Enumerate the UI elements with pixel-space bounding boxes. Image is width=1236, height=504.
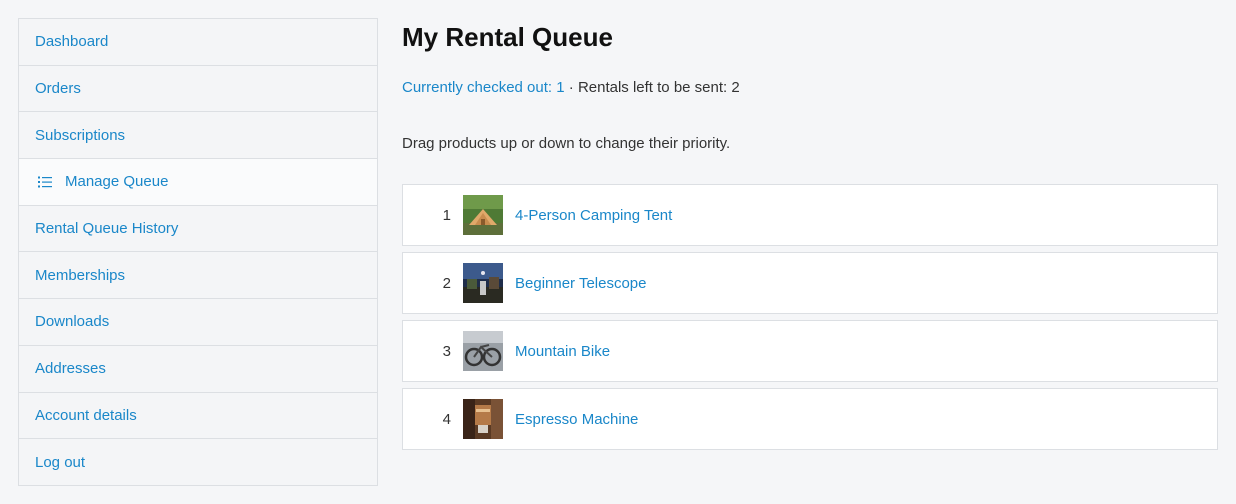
sidebar-item-label: Downloads: [35, 313, 110, 331]
sidebar-item-label: Subscriptions: [35, 126, 126, 144]
sidebar-item-label: Addresses: [35, 360, 106, 378]
sidebar-item-label: Dashboard: [35, 33, 109, 51]
queue-item[interactable]: 2 Beginner Telescope: [402, 252, 1218, 314]
queue-item[interactable]: 4 Espresso Machine: [402, 388, 1218, 450]
sidebar-item-orders[interactable]: Orders: [19, 66, 377, 113]
sidebar-item-downloads[interactable]: Downloads: [19, 299, 377, 346]
page-title: My Rental Queue: [402, 22, 613, 52]
sidebar-item-label: Manage Queue: [65, 173, 169, 191]
sidebar-item-memberships[interactable]: Memberships: [19, 252, 377, 300]
product-link[interactable]: Beginner Telescope: [515, 275, 646, 292]
list-icon: [38, 176, 52, 188]
sidebar-item-dashboard[interactable]: Dashboard: [19, 19, 377, 66]
sidebar-item-account-details[interactable]: Account details: [19, 393, 377, 440]
sidebar-item-label: Account details: [35, 406, 137, 424]
espresso-thumbnail[interactable]: [463, 399, 503, 439]
sidebar-item-manage-queue[interactable]: Manage Queue: [19, 159, 377, 206]
queue-position: 4: [442, 410, 451, 428]
sidebar-item-subscriptions[interactable]: Subscriptions: [19, 112, 377, 160]
queue-item[interactable]: 1 4-Person Camping Tent: [402, 184, 1218, 246]
page: Dashboard Orders Subscriptions Manage Qu…: [0, 0, 1236, 504]
product-link[interactable]: 4-Person Camping Tent: [515, 207, 672, 224]
queue-position: 3: [442, 342, 451, 360]
queue-status: Currently checked out: 1 · Rentals left …: [402, 78, 1218, 98]
rental-queue-list: 1 4-Person Camping Tent 2 Beginner Teles…: [402, 184, 1218, 450]
sidebar-item-label: Memberships: [35, 266, 126, 284]
sidebar-item-label: Rental Queue History: [35, 220, 179, 238]
queue-position: 2: [442, 274, 451, 292]
sidebar-item-label: Orders: [35, 80, 81, 98]
sidebar-item-addresses[interactable]: Addresses: [19, 346, 377, 393]
sidebar-item-label: Log out: [35, 454, 86, 472]
product-link[interactable]: Espresso Machine: [515, 411, 638, 428]
tent-thumbnail[interactable]: [463, 195, 503, 235]
account-navigation: Dashboard Orders Subscriptions Manage Qu…: [18, 18, 378, 486]
queue-position: 1: [442, 206, 451, 224]
bike-thumbnail[interactable]: [463, 331, 503, 371]
rentals-left-text: Rentals left to be sent: 2: [577, 79, 740, 96]
product-link[interactable]: Mountain Bike: [515, 343, 610, 360]
sidebar-item-rental-queue-history[interactable]: Rental Queue History: [19, 206, 377, 253]
sidebar-item-log-out[interactable]: Log out: [19, 439, 377, 486]
drag-instructions: Drag products up or down to change their…: [402, 135, 731, 152]
telescope-thumbnail[interactable]: [463, 263, 503, 303]
status-separator: ·: [564, 79, 578, 96]
queue-item[interactable]: 3 Mountain Bike: [402, 320, 1218, 382]
currently-checked-out-link[interactable]: Currently checked out: 1: [402, 79, 565, 96]
main-content: My Rental Queue Currently checked out: 1…: [402, 18, 1218, 456]
